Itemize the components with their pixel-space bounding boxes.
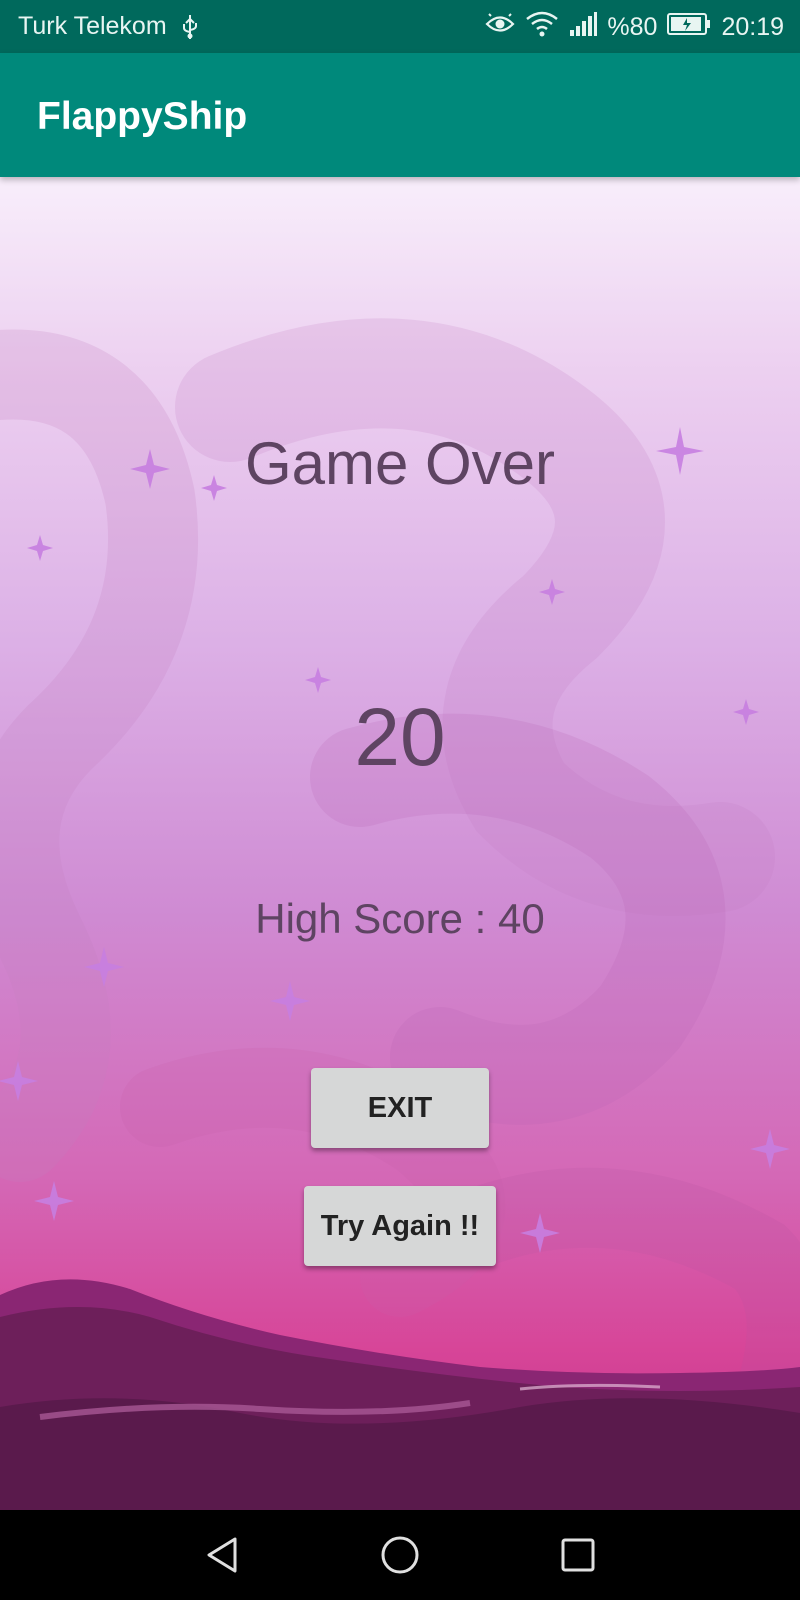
high-score-label: High Score : 40	[255, 895, 545, 942]
home-icon[interactable]	[375, 1530, 425, 1580]
eye-comfort-icon	[485, 9, 515, 42]
try-again-button[interactable]: Try Again !!	[304, 1186, 496, 1266]
recents-icon[interactable]	[553, 1530, 603, 1580]
current-score: 20	[354, 692, 446, 783]
wifi-icon	[525, 10, 559, 45]
status-bar: Turk Telekom %80 20:19	[0, 0, 800, 53]
clock: 20:19	[721, 12, 784, 41]
navigation-bar	[0, 1510, 800, 1600]
game-over-title: Game Over	[244, 430, 556, 497]
battery-percent: %80	[607, 12, 658, 41]
battery-charging-icon	[667, 12, 711, 42]
back-icon[interactable]	[197, 1530, 247, 1580]
app-bar: FlappyShip	[0, 53, 800, 177]
app-title: FlappyShip	[37, 95, 248, 138]
usb-icon	[181, 14, 199, 45]
exit-button[interactable]: EXIT	[311, 1068, 489, 1148]
carrier-name: Turk Telekom	[18, 12, 167, 40]
signal-icon	[569, 11, 598, 43]
background-art	[0, 318, 800, 1510]
game-over-screen: Game Over 20 High Score : 40 EXIT Try Ag…	[0, 177, 800, 1510]
